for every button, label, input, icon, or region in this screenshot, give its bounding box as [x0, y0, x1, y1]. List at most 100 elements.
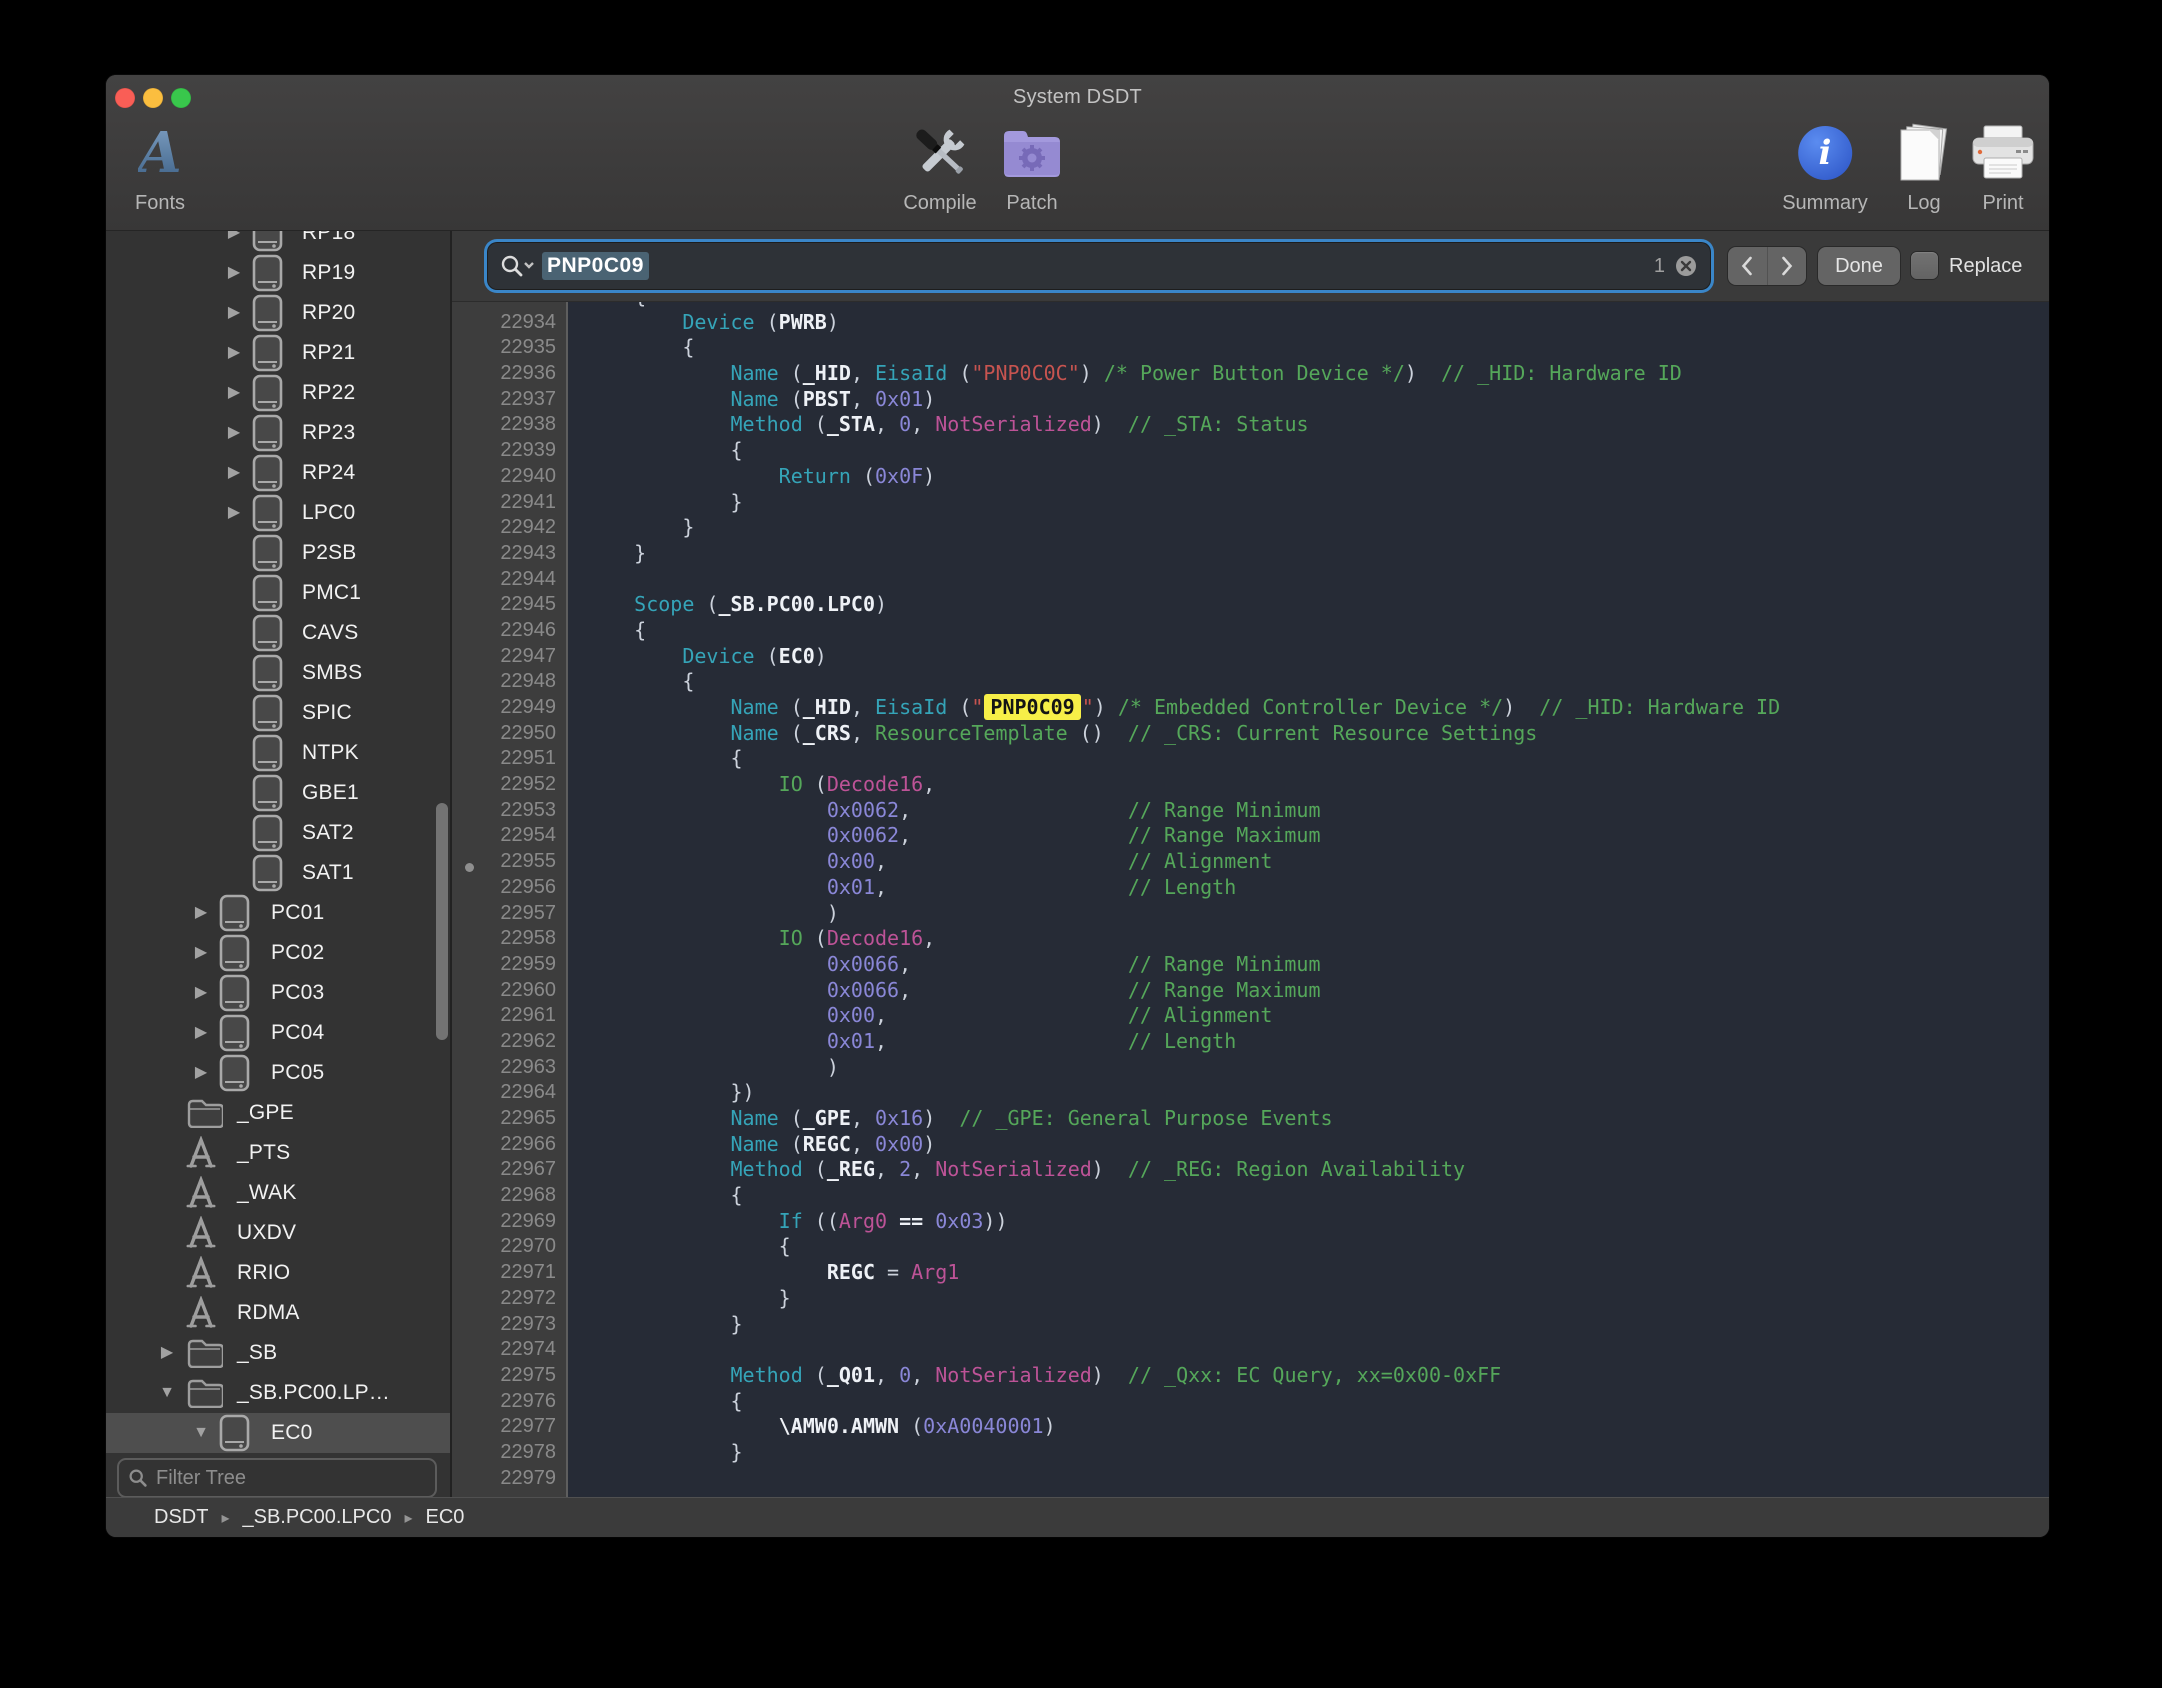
sidebar-item-pc01[interactable]: ▶PC01	[106, 893, 450, 933]
sidebar-item-p2sb[interactable]: P2SB	[106, 533, 450, 573]
sidebar-item-rp23[interactable]: ▶RP23	[106, 413, 450, 453]
chevron-down-icon[interactable]: ▼	[156, 1385, 178, 1401]
chevron-right-icon[interactable]: ▶	[190, 1065, 212, 1081]
line-number: 22969	[452, 1209, 568, 1235]
tree-item-label: _WAK	[237, 1181, 297, 1205]
filter-tree-input[interactable]: Filter Tree	[117, 1458, 437, 1497]
code-line: 22949 Name (_HID, EisaId ("PNP0C09") /* …	[452, 695, 2049, 721]
previous-match-button[interactable]	[1728, 247, 1768, 285]
line-number: 22970	[452, 1234, 568, 1260]
toolbar-item-patch[interactable]: Patch	[1000, 119, 1064, 215]
sidebar-item-rp18[interactable]: ▶RP18	[106, 231, 450, 253]
chevron-right-icon[interactable]: ▶	[223, 231, 245, 241]
filter-search-icon	[128, 1468, 148, 1488]
code-line-text: 0x0062, // Range Minimum	[568, 798, 1321, 824]
sidebar-item-uxdv[interactable]: UXDV	[106, 1213, 450, 1253]
method-icon	[186, 1136, 216, 1170]
sidebar-item-rp20[interactable]: ▶RP20	[106, 293, 450, 333]
tree-item-label: NTPK	[302, 741, 359, 765]
next-match-button[interactable]	[1768, 247, 1807, 285]
sidebar-item-cavs[interactable]: CAVS	[106, 613, 450, 653]
line-number: 22978	[452, 1440, 568, 1466]
tree-item-label: GBE1	[302, 781, 359, 805]
sidebar-item-lpc0[interactable]: ▶LPC0	[106, 493, 450, 533]
toolbar-item-fonts[interactable]: AFonts	[135, 119, 185, 215]
sidebar-item-spic[interactable]: SPIC	[106, 693, 450, 733]
sidebar-item-ntpk[interactable]: NTPK	[106, 733, 450, 773]
search-field[interactable]: PNP0C09 1	[488, 243, 1710, 289]
sidebar-item-rdma[interactable]: RDMA	[106, 1293, 450, 1333]
code-line-text: 0x0066, // Range Maximum	[568, 978, 1321, 1004]
sidebar-item-pc03[interactable]: ▶PC03	[106, 973, 450, 1013]
chevron-right-icon[interactable]: ▶	[223, 505, 245, 521]
chevron-right-icon[interactable]: ▶	[190, 945, 212, 961]
tree-item-label: UXDV	[237, 1221, 296, 1245]
code-line: 22943 }	[452, 541, 2049, 567]
toolbar-item-compile[interactable]: Compile	[903, 119, 976, 215]
code-editor[interactable]: 22933 {22934 Device (PWRB)22935 {22936 N…	[452, 302, 2049, 1497]
sidebar-item-sb[interactable]: ▶_SB	[106, 1333, 450, 1373]
code-line: 22951 {	[452, 746, 2049, 772]
replace-checkbox[interactable]	[1911, 252, 1938, 279]
device-icon	[252, 574, 283, 612]
code-line: 22957 )	[452, 901, 2049, 927]
sidebar-item-pmc1[interactable]: PMC1	[106, 573, 450, 613]
line-number: 22951	[452, 746, 568, 772]
chevron-right-icon[interactable]: ▶	[223, 305, 245, 321]
sidebar-item-gpe[interactable]: _GPE	[106, 1093, 450, 1133]
done-button[interactable]: Done	[1818, 247, 1900, 285]
sidebar-item-sat1[interactable]: SAT1	[106, 853, 450, 893]
sidebar-item-gbe1[interactable]: GBE1	[106, 773, 450, 813]
sidebar-item-smbs[interactable]: SMBS	[106, 653, 450, 693]
sidebar-item-rp24[interactable]: ▶RP24	[106, 453, 450, 493]
sidebar-item-rrio[interactable]: RRIO	[106, 1253, 450, 1293]
sidebar-item-ec0[interactable]: ▼EC0	[106, 1413, 450, 1453]
chevron-right-icon[interactable]: ▶	[223, 425, 245, 441]
clear-search-button[interactable]	[1674, 254, 1698, 278]
chevron-down-icon[interactable]: ▼	[190, 1425, 212, 1441]
code-line-text: REGC = Arg1	[568, 1260, 959, 1286]
sidebar-item-pc04[interactable]: ▶PC04	[106, 1013, 450, 1053]
toolbar-item-log[interactable]: Log	[1893, 119, 1955, 215]
code-line-text: Method (_REG, 2, NotSerialized) // _REG:…	[568, 1157, 1465, 1183]
sidebar-item-rp19[interactable]: ▶RP19	[106, 253, 450, 293]
sidebar-item-rp21[interactable]: ▶RP21	[106, 333, 450, 373]
chevron-right-icon[interactable]: ▶	[190, 1025, 212, 1041]
code-line-text: Name (PBST, 0x01)	[568, 387, 935, 413]
device-icon	[252, 294, 283, 332]
chevron-right-icon[interactable]: ▶	[190, 905, 212, 921]
search-input-text[interactable]: PNP0C09	[542, 252, 649, 280]
code-line: 22978 }	[452, 1440, 2049, 1466]
split-handle[interactable]	[465, 863, 474, 872]
sidebar-item-pc05[interactable]: ▶PC05	[106, 1053, 450, 1093]
toolbar-item-label: Print	[1970, 192, 2036, 215]
sidebar-item-rp22[interactable]: ▶RP22	[106, 373, 450, 413]
code-line: 22969 If ((Arg0 == 0x03))	[452, 1209, 2049, 1235]
code-line-text: {	[568, 1389, 743, 1415]
chevron-right-icon[interactable]: ▶	[156, 1345, 178, 1361]
chevron-right-icon[interactable]: ▶	[223, 465, 245, 481]
chevron-right-icon[interactable]: ▶	[190, 985, 212, 1001]
code-line: 22966 Name (REGC, 0x00)	[452, 1132, 2049, 1158]
chevron-right-icon[interactable]: ▶	[223, 385, 245, 401]
code-line-text: }	[568, 541, 646, 567]
sidebar-item-sb-pc00-lp[interactable]: ▼_SB.PC00.LP…	[106, 1373, 450, 1413]
code-line: 22944	[452, 567, 2049, 593]
search-icon	[500, 254, 534, 278]
toolbar-item-print[interactable]: Print	[1970, 119, 2036, 215]
chevron-right-icon[interactable]: ▶	[223, 345, 245, 361]
code-line-text: {	[568, 438, 743, 464]
code-line: 22962 0x01, // Length	[452, 1029, 2049, 1055]
sidebar-item-sat2[interactable]: SAT2	[106, 813, 450, 853]
breadcrumb: DSDT▸_SB.PC00.LPC0▸EC0	[106, 1497, 2049, 1537]
sidebar-scrollbar[interactable]	[436, 803, 448, 1040]
toolbar-item-summary[interactable]: iSummary	[1782, 119, 1868, 215]
chevron-right-icon[interactable]: ▶	[223, 265, 245, 281]
tree-item-label: PMC1	[302, 581, 361, 605]
sidebar-item-pts[interactable]: _PTS	[106, 1133, 450, 1173]
code-line-text: }	[568, 1440, 743, 1466]
sidebar-item-wak[interactable]: _WAK	[106, 1173, 450, 1213]
code-line: 22961 0x00, // Alignment	[452, 1003, 2049, 1029]
sidebar-item-pc02[interactable]: ▶PC02	[106, 933, 450, 973]
code-line: 22967 Method (_REG, 2, NotSerialized) //…	[452, 1157, 2049, 1183]
